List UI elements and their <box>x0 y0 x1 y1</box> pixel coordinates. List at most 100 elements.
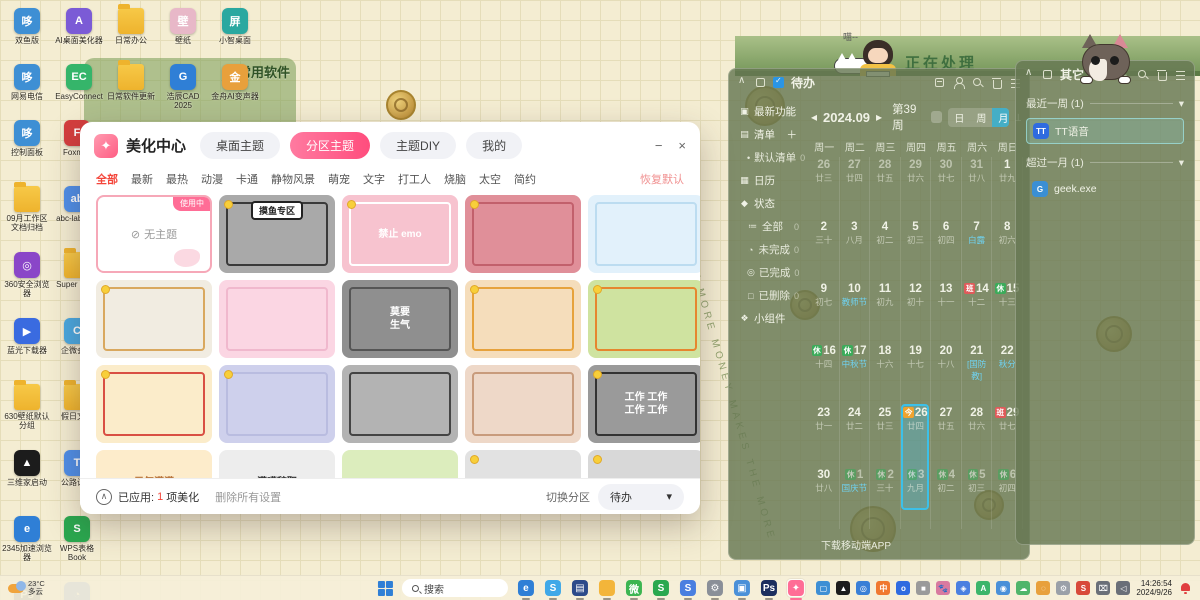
download-app-link[interactable]: 下载移动端APP <box>821 537 891 552</box>
desktop-icon[interactable]: ▶蓝光下载器 <box>2 316 52 382</box>
desktop-icon[interactable]: G浩辰CAD 2025 <box>158 62 208 128</box>
calendar-day-12[interactable]: 12初十 <box>901 281 932 343</box>
theme-card-12[interactable] <box>342 365 458 443</box>
view-mode-日[interactable]: 日 <box>948 108 970 127</box>
taskbar-clock[interactable]: 14:26:54 2024/9/26 <box>1136 579 1172 597</box>
window-mode-icon[interactable] <box>1042 69 1053 80</box>
sidebar-item-默认清单[interactable]: •默认清单0 <box>737 146 807 169</box>
sidebar-item-状态[interactable]: ◆状态 <box>737 192 807 215</box>
calendar-day-3[interactable]: 休3九月 <box>901 467 932 529</box>
category-静物风景[interactable]: 静物风景 <box>271 171 315 187</box>
collapse-icon[interactable] <box>737 77 748 88</box>
tray-icon-360-safe[interactable]: ◎ <box>856 581 870 595</box>
category-文字[interactable]: 文字 <box>363 171 385 187</box>
section-header[interactable]: 最近一周 (1)▾ <box>1016 88 1194 115</box>
category-打工人[interactable]: 打工人 <box>398 171 431 187</box>
sidebar-item-已删除[interactable]: □已删除0 <box>737 284 807 307</box>
theme-card-6[interactable] <box>219 280 335 358</box>
calendar-day-11[interactable]: 11初九 <box>870 281 901 343</box>
theme-card-2[interactable]: 禁止 emo <box>342 195 458 273</box>
calendar-icon[interactable] <box>934 77 945 88</box>
calendar-day-28[interactable]: 28廿六 <box>962 405 993 467</box>
taskbar-icon-360-download[interactable]: S <box>679 579 697 597</box>
theme-card-5[interactable] <box>96 280 212 358</box>
other-item-TT语音[interactable]: TTTT语音 <box>1026 118 1184 144</box>
theme-card-1[interactable]: 摸鱼专区 <box>219 195 335 273</box>
calendar-day-13[interactable]: 13十一 <box>931 281 962 343</box>
calendar-day-30[interactable]: 30廿七 <box>931 157 962 219</box>
tab-分区主题[interactable]: 分区主题 <box>290 132 370 159</box>
calendar-day-27[interactable]: 27廿五 <box>931 405 962 467</box>
category-萌宠[interactable]: 萌宠 <box>328 171 350 187</box>
calendar-day-30[interactable]: 30廿八 <box>809 467 840 529</box>
category-动漫[interactable]: 动漫 <box>201 171 223 187</box>
view-mode-月[interactable]: 月 <box>992 108 1009 127</box>
sidebar-item-全部[interactable]: ≔全部0 <box>737 215 807 238</box>
taskbar-icon-journal-app[interactable]: ▤ <box>571 579 589 597</box>
tray-icon-a-tool[interactable]: A <box>976 581 990 595</box>
calendar-day-23[interactable]: 23廿一 <box>809 405 840 467</box>
taskbar-icon-edge-browser[interactable]: e <box>517 579 535 597</box>
taskbar-icon-photoshop[interactable]: Ps <box>760 579 778 597</box>
calendar-day-4[interactable]: 休4初二 <box>931 467 962 529</box>
sidebar-item-清单[interactable]: ▤清单＋ <box>737 123 807 146</box>
tray-icon-gray-box[interactable]: ■ <box>916 581 930 595</box>
minimize-button[interactable]: − <box>655 138 663 153</box>
tray-icon-security-shield[interactable]: ◈ <box>956 581 970 595</box>
calendar-day-21[interactable]: 21[国防教] <box>962 343 993 405</box>
calendar-day-6[interactable]: 6初四 <box>931 219 962 281</box>
calendar-day-2[interactable]: 休2三十 <box>870 467 901 529</box>
sidebar-item-未完成[interactable]: ◔未完成0 <box>737 238 807 261</box>
back-to-today-icon[interactable] <box>931 111 942 123</box>
calendar-day-2[interactable]: 2三十 <box>809 219 840 281</box>
category-烧脑[interactable]: 烧脑 <box>444 171 466 187</box>
desktop-icon[interactable]: 金金舟AI变声器 <box>210 62 260 128</box>
restore-default-link[interactable]: 恢复默认 <box>640 171 684 187</box>
calendar-day-9[interactable]: 9初七 <box>809 281 840 343</box>
category-最新[interactable]: 最新 <box>131 171 153 187</box>
desktop-icon[interactable]: SWPS表格 Book <box>52 514 102 580</box>
tray-icon-honeyview[interactable]: S <box>1076 581 1090 595</box>
sidebar-item-已完成[interactable]: ◎已完成0 <box>737 261 807 284</box>
tray-icon-green-cloud[interactable]: ☁ <box>1016 581 1030 595</box>
calendar-day-19[interactable]: 19十七 <box>901 343 932 405</box>
desktop-icon[interactable]: ▲三维家启动 <box>2 448 52 514</box>
theme-card-14[interactable]: 工作 工作 工作 工作 <box>588 365 700 443</box>
calendar-day-5[interactable]: 5初三 <box>901 219 932 281</box>
tray-icon-paw-app[interactable]: 🐾 <box>936 581 950 595</box>
calendar-day-28[interactable]: 28廿五 <box>870 157 901 219</box>
theme-card-3[interactable] <box>465 195 581 273</box>
taskbar-icon-settings[interactable]: ⚙ <box>706 579 724 597</box>
search-icon[interactable] <box>1137 69 1148 80</box>
tray-icon-volume[interactable]: ◁ <box>1116 581 1130 595</box>
desktop-icon[interactable]: 630壁纸默认 分组 <box>2 382 52 448</box>
close-button[interactable]: × <box>678 138 686 153</box>
calendar-day-25[interactable]: 25廿三 <box>870 405 901 467</box>
theme-card-10[interactable] <box>96 365 212 443</box>
other-item-geek.exe[interactable]: Ggeek.exe <box>1026 177 1184 201</box>
theme-card-11[interactable] <box>219 365 335 443</box>
theme-card-9[interactable] <box>588 280 700 358</box>
notification-bell-icon[interactable] <box>1180 582 1192 594</box>
desktop-icon[interactable]: 09月工作区 文档归档 <box>2 184 52 250</box>
tab-主题DIY[interactable]: 主题DIY <box>380 132 456 159</box>
next-month-button[interactable]: ▸ <box>876 110 882 124</box>
desktop-icon[interactable]: e2345加速浏览 器 <box>2 514 52 580</box>
menu-icon[interactable] <box>1175 69 1186 80</box>
tray-icon-sync-ring[interactable]: ◌ <box>1036 581 1050 595</box>
category-太空[interactable]: 太空 <box>479 171 501 187</box>
prev-month-button[interactable]: ◂ <box>811 110 817 124</box>
calendar-day-14[interactable]: 班14十二 <box>962 281 993 343</box>
calendar-day-1[interactable]: 休1国庆节 <box>840 467 871 529</box>
window-mode-icon[interactable] <box>755 77 766 88</box>
calendar-day-27[interactable]: 27廿四 <box>840 157 871 219</box>
calendar-day-10[interactable]: 10教师节 <box>840 281 871 343</box>
tab-桌面主题[interactable]: 桌面主题 <box>200 132 280 159</box>
collapse-applied-button[interactable]: ∧ <box>96 489 112 505</box>
account-icon[interactable] <box>953 77 964 88</box>
sidebar-item-小组件[interactable]: ❖小组件 <box>737 307 807 330</box>
delete-all-settings-link[interactable]: 删除所有设置 <box>215 489 281 505</box>
theme-card-13[interactable] <box>465 365 581 443</box>
trash-icon[interactable] <box>991 77 1002 88</box>
calendar-day-7[interactable]: 7白露 <box>962 219 993 281</box>
